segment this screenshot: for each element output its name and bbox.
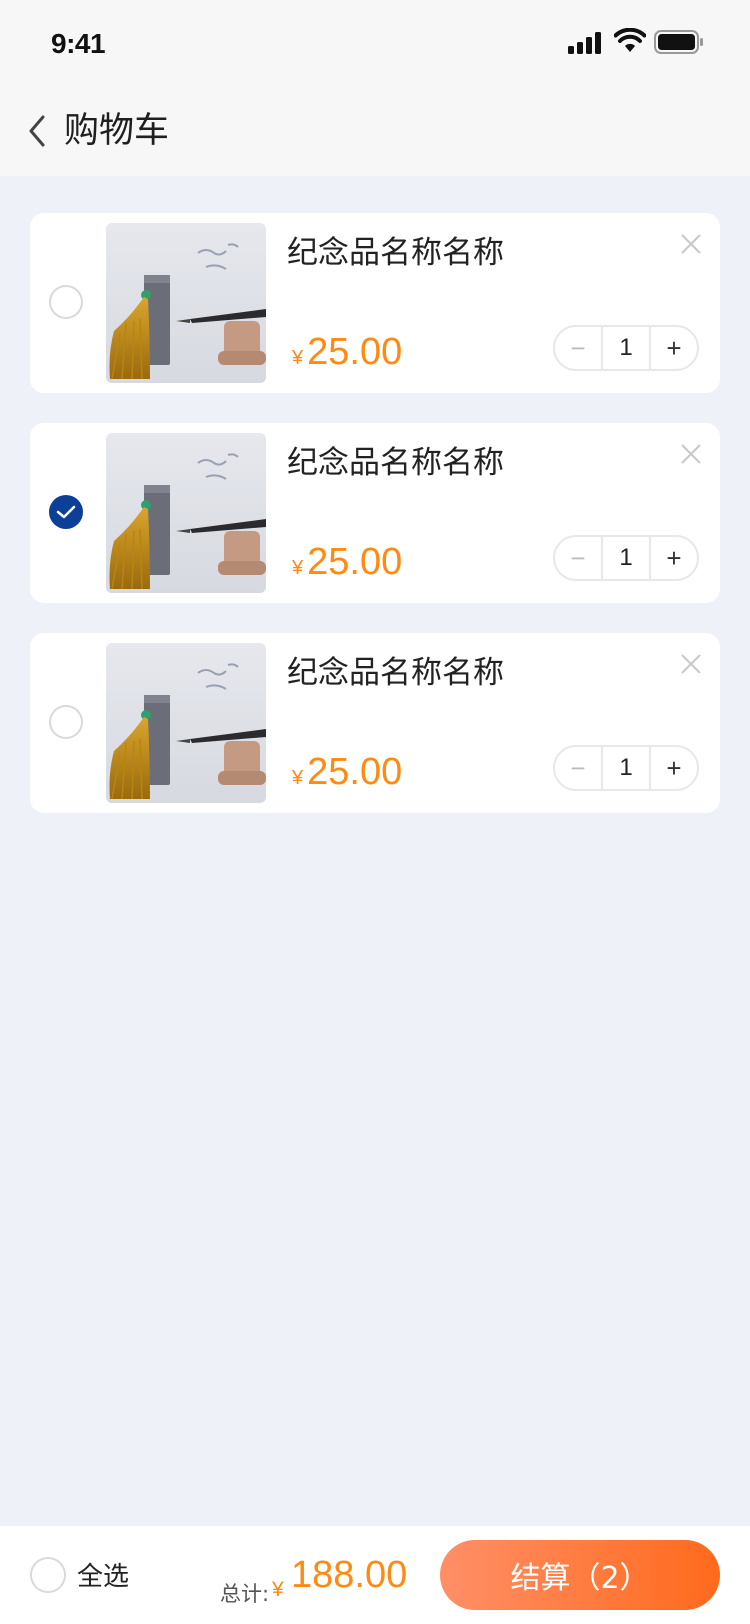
cart-item: 纪念品名称名称 ¥25.00 − 1 + [30,633,720,813]
battery-icon [654,30,704,58]
status-bar: 9:41 [0,0,750,88]
product-price: ¥25.00 [292,751,402,794]
decrease-button[interactable]: − [555,327,601,369]
price-value: 25.00 [307,751,403,793]
quantity-stepper: − 1 + [553,535,699,581]
cart-list: 纪念品名称名称 ¥25.00 − 1 + 纪念品名称名称 ¥ 25.00 − 1… [30,213,720,843]
cart-item: 纪念品名称名称 ¥25.00 − 1 + [30,213,720,393]
select-all-toggle[interactable]: 全选 [30,1556,129,1593]
item-checkbox[interactable] [49,285,83,319]
product-image[interactable] [106,433,266,593]
product-name[interactable]: 纪念品名称名称 [287,231,504,275]
close-icon[interactable] [680,443,702,465]
chevron-left-icon[interactable] [26,114,48,148]
product-name[interactable]: 纪念品名称名称 [287,651,504,695]
cart-item: 纪念品名称名称 ¥25.00 − 1 + [30,423,720,603]
product-image[interactable] [106,643,266,803]
wifi-icon [613,27,647,58]
item-checkbox[interactable] [49,705,83,739]
currency-symbol: ¥ [292,767,304,789]
total-label: 总计: [220,1582,270,1606]
currency-symbol: ¥ [292,557,304,579]
currency-symbol: ¥ [292,347,304,369]
item-checkbox-checked[interactable] [49,495,83,529]
product-image[interactable] [106,223,266,383]
increase-button[interactable]: + [651,537,697,579]
page-title: 购物车 [64,111,170,151]
quantity-stepper: − 1 + [553,325,699,371]
check-icon [56,505,76,519]
nav-bar: 购物车 [0,88,750,176]
close-icon[interactable] [680,233,702,255]
close-icon[interactable] [680,653,702,675]
checkout-bar: 全选 总计: ¥ 188.00 结算（2） [0,1526,750,1624]
status-time: 9:41 [51,28,106,59]
increase-button[interactable]: + [651,327,697,369]
product-name[interactable]: 纪念品名称名称 [287,441,504,485]
total-amount: 188.00 [291,1554,408,1596]
quantity-value[interactable]: 1 [601,537,651,579]
select-all-label: 全选 [77,1562,130,1592]
decrease-button[interactable]: − [555,537,601,579]
quantity-stepper: − 1 + [553,745,699,791]
decrease-button[interactable]: − [555,747,601,789]
quantity-value[interactable]: 1 [601,327,651,369]
select-all-checkbox[interactable] [30,1556,66,1593]
product-price: ¥25.00 [292,541,402,584]
product-price: ¥25.00 [292,331,402,374]
price-value: 25.00 [307,541,403,583]
quantity-value[interactable]: 1 [601,747,651,789]
signal-icon [568,32,604,58]
price-value: 25.00 [307,331,403,373]
checkout-button[interactable]: 结算（2） [440,1540,720,1610]
increase-button[interactable]: + [651,747,697,789]
total-currency: ¥ [272,1578,284,1601]
